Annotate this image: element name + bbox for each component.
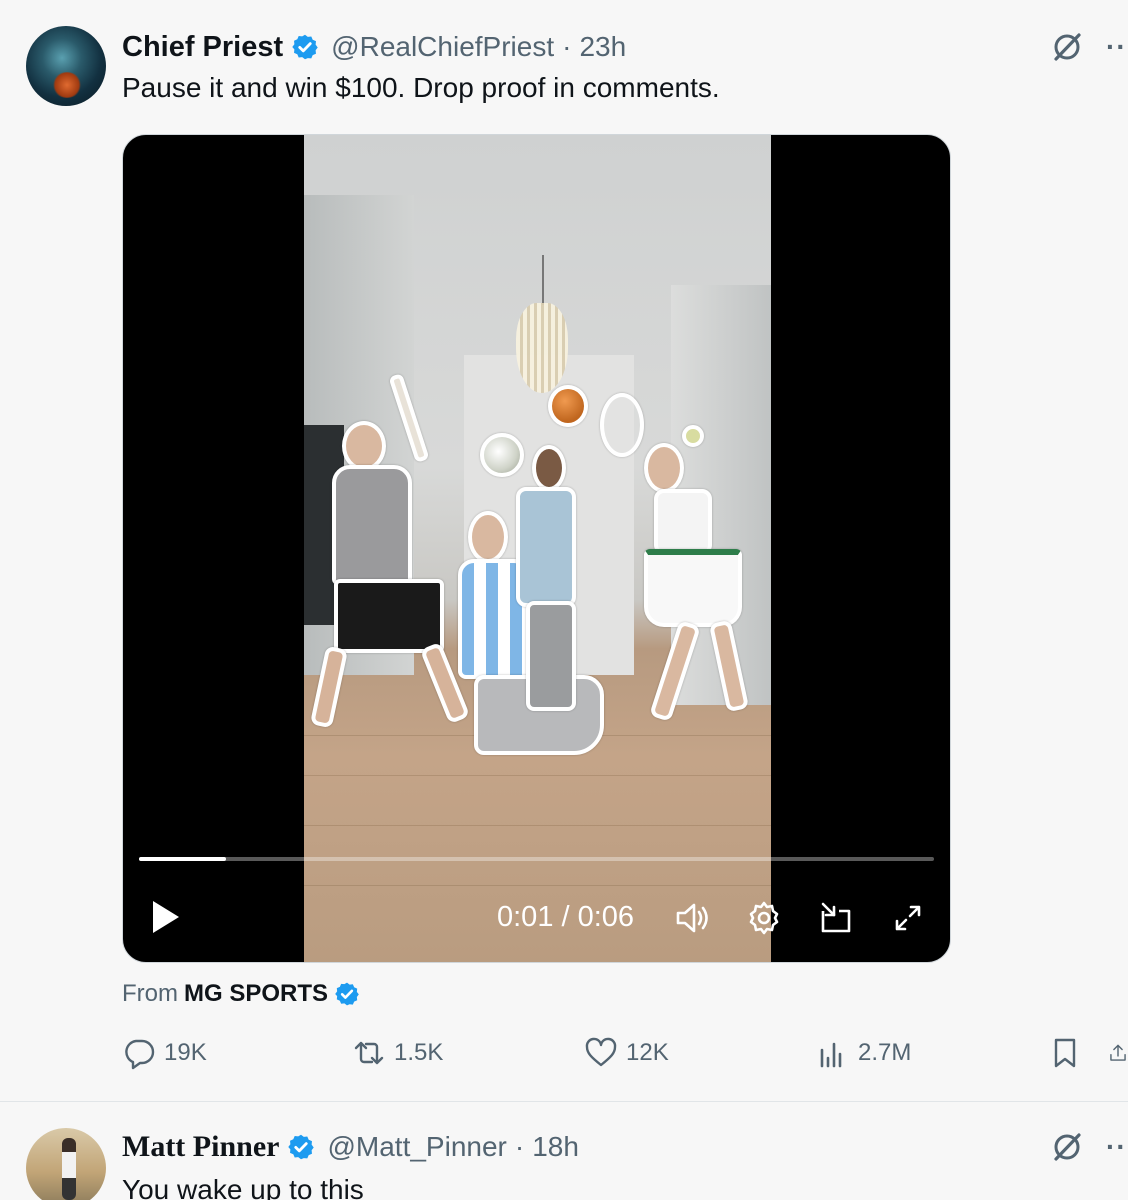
verified-badge-icon	[288, 1134, 315, 1160]
person-head	[532, 445, 566, 491]
tennis-ball	[682, 425, 704, 447]
views-icon	[820, 1042, 842, 1068]
video-player[interactable]: 0:01 / 0:06	[122, 134, 951, 963]
play-icon[interactable]	[149, 897, 183, 937]
reply-author-display-name[interactable]: Matt Pinner	[122, 1130, 279, 1164]
reply-top-actions: ···	[1050, 1130, 1128, 1164]
views-button[interactable]: 2.7M	[816, 1036, 911, 1070]
person-shorts	[334, 579, 444, 653]
tweet: Chief Priest @RealChiefPriest · 23h ··· …	[0, 0, 1128, 1100]
verified-badge-icon	[335, 982, 359, 1006]
reply-count: 19K	[164, 1039, 207, 1066]
separator-dot: ·	[514, 1131, 525, 1162]
soccer-ball	[480, 433, 524, 477]
person-head	[468, 511, 508, 563]
from-label: From	[122, 980, 178, 1007]
like-count: 12K	[626, 1039, 669, 1066]
bookmark-icon	[1054, 1038, 1076, 1068]
like-button[interactable]: 12K	[584, 1036, 669, 1070]
tennis-racket	[600, 393, 644, 457]
pip-icon[interactable]	[817, 899, 855, 937]
repost-count: 1.5K	[394, 1039, 444, 1066]
from-source-link[interactable]: MG SPORTS	[184, 980, 328, 1008]
like-icon	[585, 1037, 617, 1067]
person-head	[342, 421, 386, 471]
repost-icon	[354, 1041, 384, 1065]
grok-icon[interactable]	[1050, 1130, 1084, 1164]
author-display-name[interactable]: Chief Priest	[122, 31, 283, 64]
reply-icon	[125, 1039, 155, 1070]
person-pants	[526, 601, 576, 711]
post-top-actions: ···	[1050, 30, 1128, 64]
author-avatar[interactable]	[26, 26, 106, 106]
fullscreen-icon[interactable]	[889, 899, 927, 937]
post-timestamp[interactable]: 23h	[579, 31, 626, 63]
volume-icon[interactable]	[673, 899, 711, 937]
more-icon[interactable]: ···	[1106, 1131, 1128, 1163]
video-progress-bar[interactable]	[139, 857, 934, 861]
video-progress-fill	[139, 857, 227, 861]
person-skirt	[644, 549, 742, 627]
reply-button[interactable]: 19K	[122, 1036, 207, 1070]
share-icon	[1110, 1044, 1126, 1061]
reply-tweet: Matt Pinner @Matt_Pinner · 18h ··· You w…	[0, 1102, 1128, 1200]
person-head	[644, 443, 684, 493]
video-frame	[304, 135, 771, 962]
view-count: 2.7M	[858, 1039, 912, 1066]
author-handle[interactable]: @RealChiefPriest	[331, 31, 554, 63]
reply-text: You wake up to this	[122, 1174, 364, 1200]
person-jersey	[516, 487, 576, 607]
settings-icon[interactable]	[745, 899, 783, 937]
reply-timestamp[interactable]: 18h	[532, 1131, 579, 1163]
repost-button[interactable]: 1.5K	[352, 1036, 443, 1070]
video-controls: 0:01 / 0:06	[123, 883, 950, 953]
reply-author-avatar[interactable]	[26, 1128, 106, 1200]
basketball	[548, 385, 588, 427]
grok-icon[interactable]	[1050, 30, 1084, 64]
reply-author-header: Matt Pinner @Matt_Pinner · 18h	[122, 1130, 579, 1164]
media-attribution: From MG SPORTS	[122, 980, 360, 1008]
share-button[interactable]	[1108, 1036, 1128, 1070]
reply-author-handle[interactable]: @Matt_Pinner	[327, 1131, 506, 1163]
chandelier	[516, 303, 568, 393]
bookmark-button[interactable]	[1048, 1036, 1082, 1070]
more-icon[interactable]: ···	[1106, 31, 1128, 63]
person-top	[654, 489, 712, 555]
video-time-display: 0:01 / 0:06	[497, 901, 635, 933]
person-torso	[332, 465, 412, 585]
separator-dot: ·	[562, 31, 572, 62]
post-text: Pause it and win $100. Drop proof in com…	[122, 72, 720, 103]
verified-badge-icon	[292, 34, 318, 60]
author-header: Chief Priest @RealChiefPriest · 23h	[122, 30, 626, 64]
action-bar: 19K 1.5K 12K 2.7M	[122, 1036, 1128, 1080]
